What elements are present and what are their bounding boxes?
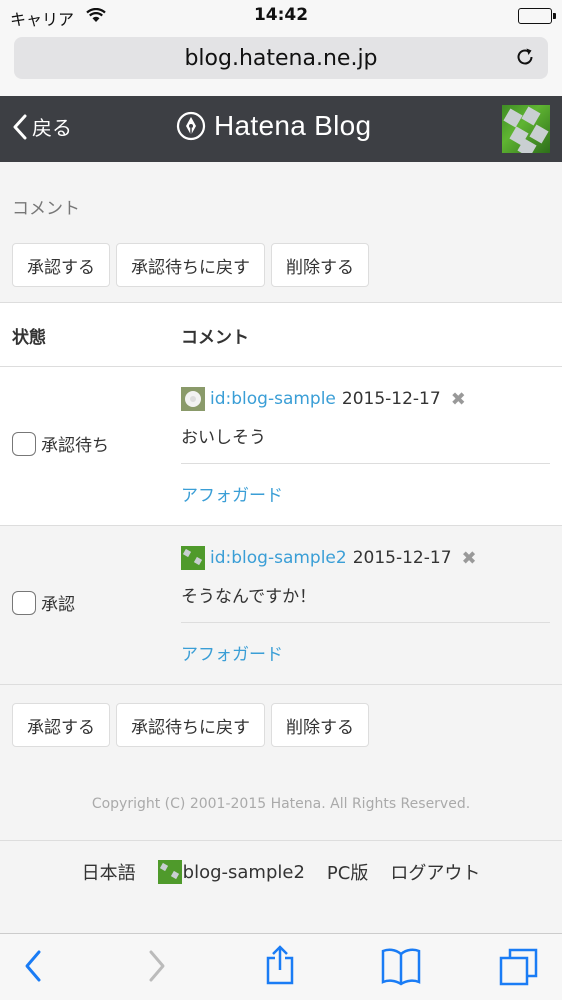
delete-button[interactable]: 削除する	[271, 703, 369, 747]
app-header: 戻る Hatena Blog	[0, 96, 562, 162]
url-text: blog.hatena.ne.jp	[184, 46, 378, 71]
address-bar-area: blog.hatena.ne.jp	[0, 32, 562, 96]
row-status: 承認	[41, 595, 75, 615]
close-icon[interactable]: ✖	[451, 389, 466, 410]
tabs-icon[interactable]	[498, 946, 540, 992]
checkbox[interactable]	[12, 590, 36, 615]
comment-meta: id:blog-sample2 2015-12-17 ✖	[181, 546, 477, 570]
row-status: 承認待ち	[41, 436, 109, 456]
table-row: 承認 id:blog-sample2 2015-12-17 ✖ そうなんですか！…	[0, 526, 562, 685]
back-button[interactable]: 戻る	[12, 112, 72, 141]
entry-link[interactable]: アフォガード	[181, 481, 283, 506]
share-icon[interactable]	[264, 944, 296, 990]
reload-icon[interactable]	[514, 46, 536, 72]
approve-button[interactable]: 承認する	[12, 243, 110, 287]
divider	[181, 622, 550, 623]
moss-avatar-icon	[157, 860, 182, 884]
back-icon[interactable]	[22, 948, 44, 988]
close-icon[interactable]: ✖	[462, 548, 477, 569]
back-label: 戻る	[32, 116, 72, 140]
commenter-link[interactable]: id:blog-sample	[210, 389, 336, 409]
action-buttons-bottom: 承認する 承認待ちに戻す 削除する	[12, 703, 369, 747]
checkbox[interactable]	[12, 431, 36, 456]
page-title: コメント	[12, 199, 80, 219]
moss-avatar-icon	[181, 546, 205, 570]
action-buttons-top: 承認する 承認待ちに戻す 削除する	[12, 243, 369, 287]
browser-toolbar	[0, 933, 562, 1000]
divider	[181, 463, 550, 464]
row-checkbox[interactable]: 承認待ち	[12, 431, 109, 456]
logout-link[interactable]: ログアウト	[390, 859, 480, 885]
address-bar[interactable]: blog.hatena.ne.jp	[14, 37, 548, 79]
pc-version-link[interactable]: PC版	[327, 859, 368, 885]
comments-table: 状態 コメント 承認待ち id:blog-sample 2015-12-17 ✖…	[0, 302, 562, 685]
delete-button[interactable]: 削除する	[271, 243, 369, 287]
row-checkbox[interactable]: 承認	[12, 590, 75, 615]
comment-column-header: コメント	[181, 328, 249, 348]
page-footer: 日本語 blog-sample2 PC版 ログアウト	[0, 840, 562, 933]
logo-text: Hatena Blog	[214, 110, 372, 141]
approve-button[interactable]: 承認する	[12, 703, 110, 747]
battery-icon	[518, 8, 556, 24]
revert-to-pending-button[interactable]: 承認待ちに戻す	[116, 243, 265, 287]
language-link[interactable]: 日本語	[82, 859, 136, 885]
revert-to-pending-button[interactable]: 承認待ちに戻す	[116, 703, 265, 747]
comment-date: 2015-12-17	[352, 548, 452, 568]
comment-meta: id:blog-sample 2015-12-17 ✖	[181, 387, 466, 411]
table-row: 承認待ち id:blog-sample 2015-12-17 ✖ おいしそう ア…	[0, 367, 562, 526]
user-link[interactable]: blog-sample2	[157, 860, 305, 884]
comment-text: そうなんですか！	[181, 587, 317, 607]
status-column-header: 状態	[12, 328, 46, 348]
entry-link[interactable]: アフォガード	[181, 640, 283, 665]
copyright: Copyright (C) 2001-2015 Hatena. All Righ…	[91, 796, 471, 812]
clock: 14:42	[253, 5, 309, 25]
username: blog-sample2	[182, 861, 305, 883]
status-bar: キャリア 14:42	[0, 0, 562, 32]
user-avatar[interactable]	[502, 105, 550, 153]
hatena-blog-logo[interactable]: Hatena Blog	[176, 110, 371, 142]
forward-icon[interactable]	[146, 948, 168, 988]
comment-text: おいしそう	[181, 428, 266, 448]
comment-date: 2015-12-17	[341, 389, 441, 409]
pen-nib-icon	[176, 111, 206, 141]
commenter-link[interactable]: id:blog-sample2	[210, 548, 347, 568]
chevron-left-icon	[13, 114, 27, 139]
bookmarks-icon[interactable]	[380, 946, 422, 990]
table-header: 状態 コメント	[0, 303, 562, 367]
dandelion-avatar-icon	[181, 387, 205, 411]
